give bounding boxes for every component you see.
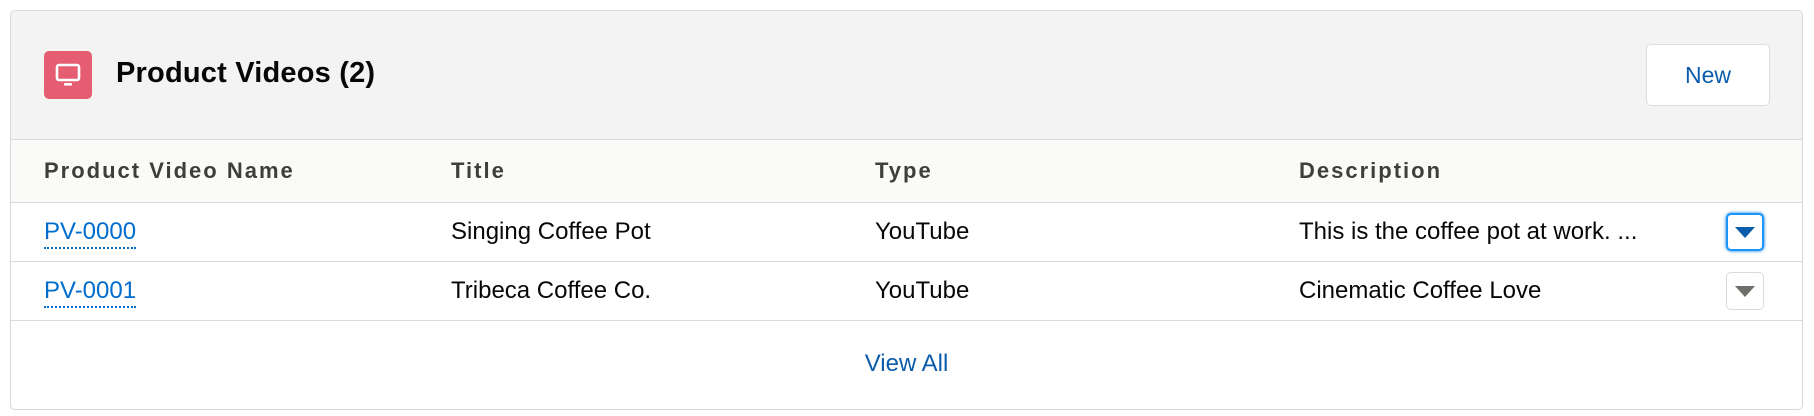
description-cell: Cinematic Coffee Love <box>1299 277 1542 304</box>
table-header: Product Video Name Title Type Descriptio… <box>11 140 1802 203</box>
row-actions-button[interactable] <box>1726 213 1764 251</box>
title-cell: Tribeca Coffee Co. <box>451 277 652 304</box>
type-cell: YouTube <box>875 277 970 304</box>
column-header-description: Description <box>1299 158 1443 183</box>
table-row: PV-0001 Tribeca Coffee Co. YouTube Cinem… <box>11 262 1802 321</box>
row-actions-button[interactable] <box>1726 272 1764 310</box>
new-button[interactable]: New <box>1646 44 1770 106</box>
record-name-cell: PV-0001 <box>44 277 137 308</box>
record-link[interactable]: PV-0000 <box>44 218 137 249</box>
chevron-down-icon <box>1735 286 1755 297</box>
type-cell: YouTube <box>875 218 970 245</box>
column-header-title: Title <box>451 158 506 183</box>
chevron-down-icon <box>1735 227 1755 238</box>
table-row: PV-0000 Singing Coffee Pot YouTube This … <box>11 203 1802 262</box>
column-header-product-video-name: Product Video Name <box>44 158 295 183</box>
record-link[interactable]: PV-0001 <box>44 277 137 308</box>
card-header: Product Videos (2) New <box>11 11 1802 140</box>
column-header-type: Type <box>875 158 933 183</box>
title-cell: Singing Coffee Pot <box>451 218 651 245</box>
description-cell: This is the coffee pot at work. ... <box>1299 218 1638 245</box>
view-all-link[interactable]: View All <box>865 350 949 378</box>
card-title[interactable]: Product Videos (2) <box>116 57 375 90</box>
related-list-card: Product Videos (2) New Product Video Nam… <box>10 10 1803 410</box>
monitor-icon <box>44 51 92 99</box>
card-footer: View All <box>11 321 1802 409</box>
record-name-cell: PV-0000 <box>44 218 137 249</box>
